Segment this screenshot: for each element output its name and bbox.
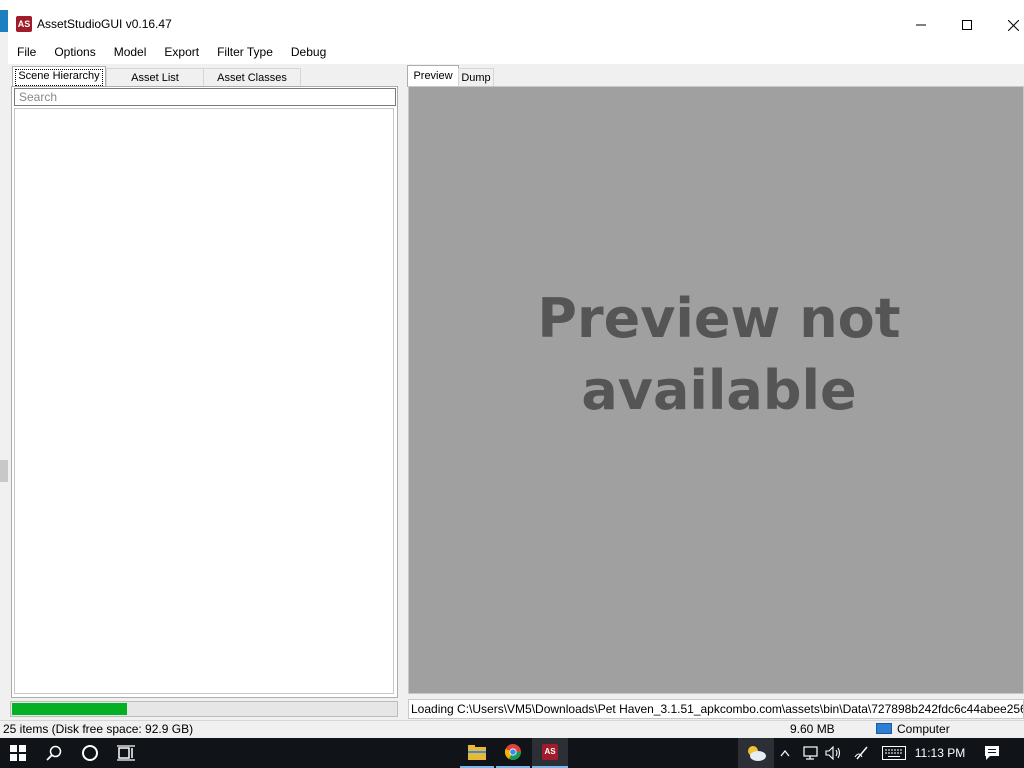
maximize-button[interactable]	[944, 10, 990, 40]
menu-bar: File Options Model Export Filter Type De…	[8, 40, 1024, 64]
status-memory-usage: 9.60 MB	[790, 722, 835, 736]
action-center-button[interactable]	[976, 738, 1008, 768]
chrome-taskbar-button[interactable]	[496, 738, 530, 768]
pen-workspace-button[interactable]	[850, 738, 874, 768]
menu-file[interactable]: File	[8, 40, 45, 64]
menu-filter-type[interactable]: Filter Type	[208, 40, 282, 64]
pen-icon	[854, 746, 868, 760]
tab-asset-list[interactable]: Asset List	[106, 68, 204, 87]
network-icon	[803, 746, 818, 760]
computer-icon	[876, 723, 892, 734]
assetstudio-logo-icon: AS	[16, 16, 32, 32]
taskbar: AS 11:13 PM	[0, 738, 1024, 768]
task-view-button[interactable]	[108, 738, 144, 768]
tab-scene-hierarchy[interactable]: Scene Hierarchy	[12, 66, 106, 87]
scene-hierarchy-page	[11, 86, 398, 698]
status-bar: 25 items (Disk free space: 92.9 GB) 9.60…	[0, 720, 1024, 739]
loading-progress-bar	[10, 701, 398, 717]
task-view-icon	[117, 745, 135, 761]
status-computer-label: Computer	[897, 722, 950, 736]
menu-model[interactable]: Model	[105, 40, 156, 64]
touch-keyboard-button[interactable]	[878, 738, 910, 768]
tab-asset-classes[interactable]: Asset Classes	[203, 68, 301, 87]
assetstudio-taskbar-icon: AS	[542, 744, 558, 760]
search-icon	[46, 745, 62, 761]
cortana-button[interactable]	[72, 738, 108, 768]
volume-button[interactable]	[822, 738, 846, 768]
assetstudio-taskbar-button[interactable]: AS	[532, 738, 568, 768]
windows-logo-icon	[10, 745, 26, 761]
keyboard-icon	[882, 746, 906, 760]
cortana-circle-icon	[82, 745, 98, 761]
notification-icon	[985, 746, 999, 760]
preview-area: Preview not available	[408, 86, 1024, 694]
close-icon	[1007, 19, 1019, 31]
network-button[interactable]	[798, 738, 822, 768]
taskbar-clock[interactable]: 11:13 PM	[912, 738, 968, 768]
search-input[interactable]	[14, 88, 396, 106]
chrome-icon	[505, 744, 521, 760]
tab-preview[interactable]: Preview	[407, 65, 459, 87]
loading-status-box: Loading C:\Users\VM5\Downloads\Pet Haven…	[408, 699, 1024, 719]
volume-icon	[825, 746, 841, 760]
minimize-icon	[916, 24, 926, 26]
tab-dump[interactable]: Dump	[458, 68, 494, 87]
background-window-edge	[0, 10, 8, 32]
menu-options[interactable]: Options	[45, 40, 104, 64]
minimize-button[interactable]	[898, 10, 944, 40]
show-hidden-icons-button[interactable]	[776, 738, 794, 768]
right-panel: Preview Dump Preview not available Loadi…	[405, 64, 1024, 720]
chevron-up-icon	[780, 750, 790, 757]
weather-cloud-sun-icon	[748, 746, 766, 761]
title-bar[interactable]: AS AssetStudioGUI v0.16.47	[8, 10, 1024, 40]
close-button[interactable]	[990, 10, 1024, 40]
status-items-count: 25 items (Disk free space: 92.9 GB)	[3, 722, 194, 736]
loading-status-text: Loading C:\Users\VM5\Downloads\Pet Haven…	[411, 702, 1024, 716]
menu-export[interactable]: Export	[155, 40, 208, 64]
scene-tree-view[interactable]	[14, 108, 394, 694]
menu-debug[interactable]: Debug	[282, 40, 335, 64]
background-window-edge-mark	[0, 460, 8, 482]
tab-scene-hierarchy-label: Scene Hierarchy	[18, 70, 100, 82]
taskbar-search-button[interactable]	[36, 738, 72, 768]
folder-icon	[468, 744, 486, 760]
left-panel: Scene Hierarchy Asset List Asset Classes	[8, 64, 401, 720]
loading-progress-fill	[12, 703, 127, 715]
file-explorer-taskbar-button[interactable]	[460, 738, 494, 768]
preview-not-available-message: Preview not available	[537, 287, 901, 422]
maximize-icon	[962, 20, 972, 30]
weather-button[interactable]	[738, 738, 774, 768]
start-button[interactable]	[0, 738, 36, 768]
window-title: AssetStudioGUI v0.16.47	[37, 17, 172, 31]
